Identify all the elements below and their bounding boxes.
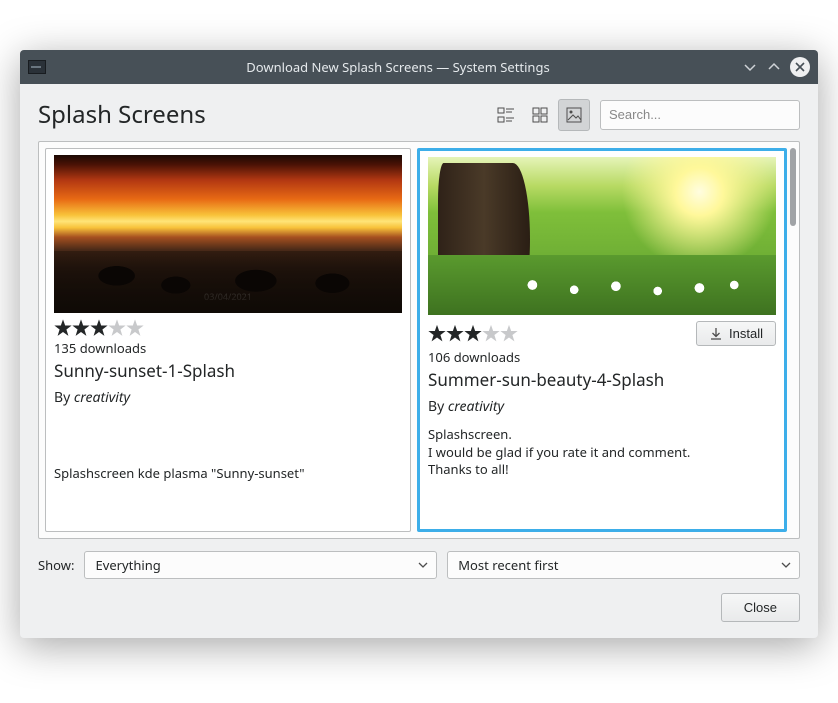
show-filter-value: Everything xyxy=(95,556,160,574)
install-button[interactable]: Install xyxy=(696,321,776,346)
scrollbar[interactable] xyxy=(787,142,799,538)
close-window-button[interactable] xyxy=(790,57,810,77)
by-prefix: By xyxy=(54,388,74,407)
window-title: Download New Splash Screens — System Set… xyxy=(54,58,742,76)
star-icon xyxy=(90,319,108,337)
close-icon xyxy=(795,62,805,72)
view-preview-button[interactable] xyxy=(558,99,590,131)
star-icon xyxy=(72,319,90,337)
splash-card[interactable]: 03/04/2021 135 downloads Sunny-sunset-1-… xyxy=(45,148,411,532)
footer: Close xyxy=(38,593,800,622)
page-heading: Splash Screens xyxy=(38,98,478,131)
view-mode-group xyxy=(488,99,590,131)
download-count: 135 downloads xyxy=(54,339,402,357)
star-rating xyxy=(54,319,144,337)
star-rating xyxy=(428,325,518,343)
author-link[interactable]: creativity xyxy=(74,388,130,407)
minimize-button[interactable] xyxy=(742,59,758,75)
show-filter-combobox[interactable]: Everything xyxy=(84,551,437,579)
chevron-down-icon xyxy=(781,560,791,570)
download-count: 106 downloads xyxy=(428,348,776,366)
content-area: Splash Screens xyxy=(20,84,818,638)
star-icon xyxy=(428,325,446,343)
rating-row xyxy=(54,319,402,337)
app-icon xyxy=(28,60,46,74)
header-row: Splash Screens xyxy=(38,98,800,131)
splash-card[interactable]: 03/04/2021 xyxy=(417,148,787,532)
star-icon xyxy=(54,319,72,337)
byline: By creativity xyxy=(54,388,402,407)
star-icon xyxy=(446,325,464,343)
show-label: Show: xyxy=(38,556,74,574)
card-description: Splashscreen kde plasma "Sunny-sunset" xyxy=(54,465,402,483)
view-list-detail-button[interactable] xyxy=(490,99,522,131)
dialog-window: Download New Splash Screens — System Set… xyxy=(20,50,818,638)
chevron-down-icon xyxy=(418,560,428,570)
thumbnail-image: 03/04/2021 xyxy=(428,157,776,315)
card-title: Summer-sun-beauty-4-Splash xyxy=(428,368,776,391)
install-label: Install xyxy=(729,326,763,341)
by-prefix: By xyxy=(428,397,448,416)
view-preview-icon xyxy=(565,106,583,124)
maximize-button[interactable] xyxy=(766,59,782,75)
star-icon xyxy=(482,325,500,343)
thumbnail-date: 03/04/2021 xyxy=(204,290,252,303)
star-icon xyxy=(126,319,144,337)
filter-row: Show: Everything Most recent first xyxy=(38,551,800,579)
rating-row: Install xyxy=(428,321,776,346)
sort-combobox[interactable]: Most recent first xyxy=(447,551,800,579)
card-title: Sunny-sunset-1-Splash xyxy=(54,359,402,382)
titlebar[interactable]: Download New Splash Screens — System Set… xyxy=(20,50,818,84)
view-tiles-button[interactable] xyxy=(524,99,556,131)
view-list-detail-icon xyxy=(497,106,515,124)
star-icon xyxy=(108,319,126,337)
byline: By creativity xyxy=(428,397,776,416)
scrollbar-handle[interactable] xyxy=(790,148,796,226)
thumbnail-image: 03/04/2021 xyxy=(54,155,402,313)
author-link[interactable]: creativity xyxy=(448,397,504,416)
view-tiles-icon xyxy=(531,106,549,124)
download-icon xyxy=(709,327,723,341)
results-grid: 03/04/2021 135 downloads Sunny-sunset-1-… xyxy=(38,141,800,539)
sort-value: Most recent first xyxy=(458,556,558,574)
close-button[interactable]: Close xyxy=(721,593,800,622)
star-icon xyxy=(500,325,518,343)
star-icon xyxy=(464,325,482,343)
search-input[interactable] xyxy=(600,100,800,130)
card-description: Splashscreen. I would be glad if you rat… xyxy=(428,426,776,479)
thumbnail-date: 03/04/2021 xyxy=(578,292,626,305)
